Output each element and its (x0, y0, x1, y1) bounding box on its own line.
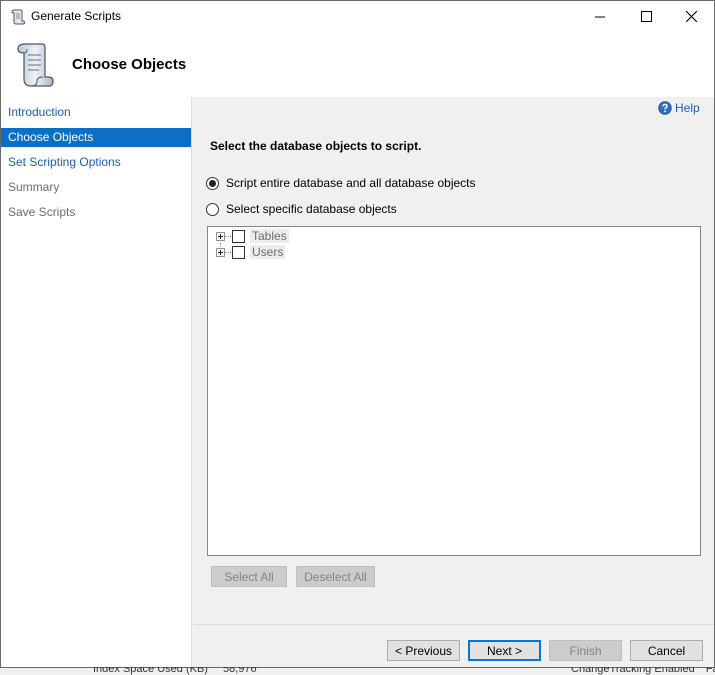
sidebar-item-set-scripting-options[interactable]: Set Scripting Options (1, 153, 191, 172)
tables-checkbox[interactable] (232, 229, 245, 243)
title-bar: Generate Scripts (1, 1, 714, 32)
option-entire-database-label: Script entire database and all database … (226, 176, 476, 190)
window-title: Generate Scripts (31, 9, 122, 23)
cancel-button[interactable]: Cancel (630, 640, 703, 661)
page-title: Choose Objects (72, 56, 187, 73)
option-specific-objects[interactable]: Select specific database objects (206, 202, 397, 216)
select-all-button[interactable]: Select All (211, 566, 287, 587)
tree-node-tables: Tables (216, 228, 289, 244)
help-label: Help (675, 101, 700, 115)
background-property-row: Index Space Used (KB) 58,976 (93, 667, 273, 675)
background-value-change-tracking: False (705, 667, 715, 675)
tree-label-users: Users (250, 245, 286, 259)
scroll-icon (10, 8, 26, 25)
minimize-icon (595, 16, 605, 17)
close-icon (685, 11, 697, 22)
main-panel: Help Select the database objects to scri… (193, 97, 714, 667)
previous-button[interactable]: < Previous (387, 640, 460, 661)
expand-icon[interactable] (216, 231, 225, 241)
object-tree[interactable]: Tables Users (207, 226, 701, 556)
finish-button[interactable]: Finish (549, 640, 622, 661)
next-button[interactable]: Next > (468, 640, 541, 661)
minimize-button[interactable] (577, 1, 623, 32)
sidebar-item-choose-objects[interactable]: Choose Objects (1, 128, 191, 147)
instruction-text: Select the database objects to script. (210, 139, 422, 153)
tree-node-users: Users (216, 244, 286, 260)
background-property-row: ChangeTracking Enabled False (571, 667, 715, 675)
scroll-icon (13, 41, 55, 89)
maximize-icon (640, 11, 652, 22)
maximize-button[interactable] (623, 1, 669, 32)
radio-entire-database[interactable] (206, 176, 219, 190)
tree-connector (225, 235, 231, 237)
generate-scripts-dialog: Generate Scripts Choose Objects Introduc… (0, 0, 715, 668)
background-label-change-tracking: ChangeTracking Enabled (571, 667, 695, 675)
tree-connector (225, 251, 231, 253)
help-link[interactable]: Help (658, 101, 700, 115)
radio-specific-objects[interactable] (206, 202, 219, 216)
close-button[interactable] (668, 1, 714, 32)
background-label-index-space: Index Space Used (KB) (93, 667, 208, 675)
deselect-all-button[interactable]: Deselect All (296, 566, 375, 587)
wizard-steps-sidebar: Introduction Choose Objects Set Scriptin… (1, 97, 192, 667)
option-specific-objects-label: Select specific database objects (226, 202, 397, 216)
help-icon (658, 101, 672, 115)
option-entire-database[interactable]: Script entire database and all database … (206, 176, 476, 190)
users-checkbox[interactable] (232, 245, 245, 259)
tree-label-tables: Tables (250, 229, 289, 243)
sidebar-item-save-scripts: Save Scripts (8, 205, 76, 219)
background-value-index-space: 58,976 (223, 667, 257, 675)
expand-icon[interactable] (216, 247, 225, 257)
sidebar-item-summary: Summary (8, 180, 60, 194)
footer-divider (193, 624, 714, 625)
page-header: Choose Objects (1, 32, 714, 97)
sidebar-item-introduction[interactable]: Introduction (1, 103, 191, 122)
